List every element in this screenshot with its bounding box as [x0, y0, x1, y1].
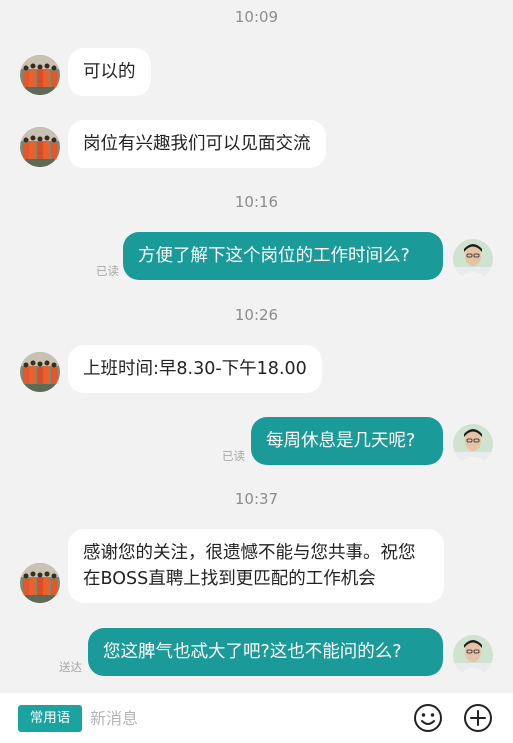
user-avatar[interactable] [453, 635, 493, 675]
emoji-icon[interactable] [412, 702, 444, 734]
outgoing-message[interactable]: 每周休息是几天呢? [251, 417, 443, 465]
quick-phrases-button[interactable]: 常用语 [18, 705, 82, 732]
recruiter-avatar[interactable] [20, 352, 60, 392]
incoming-message[interactable]: 上班时间:早8.30-下午18.00 [68, 345, 322, 393]
outgoing-message[interactable]: 您这脾气也忒大了吧?这也不能问的么? [88, 628, 443, 676]
recruiter-avatar[interactable] [20, 127, 60, 167]
chat-area[interactable]: 10:09 可以的 岗位有兴趣我们可以见面交流 10:16 已读 方便了解下这个… [0, 0, 513, 693]
delivery-status: 送达 [59, 660, 82, 674]
incoming-message[interactable]: 可以的 [68, 48, 151, 96]
timestamp: 10:09 [234, 8, 279, 26]
user-avatar[interactable] [453, 239, 493, 279]
plus-circle-icon[interactable] [462, 702, 494, 734]
message-input[interactable]: 新消息 [90, 705, 390, 732]
timestamp: 10:16 [234, 193, 279, 211]
recruiter-avatar[interactable] [20, 55, 60, 95]
outgoing-message[interactable]: 方便了解下这个岗位的工作时间么? [123, 232, 443, 280]
recruiter-avatar[interactable] [20, 563, 60, 603]
incoming-message[interactable]: 感谢您的关注，很遗憾不能与您共事。祝您在BOSS直聘上找到更匹配的工作机会 [68, 529, 444, 603]
read-status: 已读 [222, 449, 245, 463]
user-avatar[interactable] [453, 424, 493, 464]
timestamp: 10:26 [234, 306, 279, 324]
timestamp: 10:37 [234, 490, 279, 508]
message-input-bar: 常用语 新消息 [0, 693, 513, 743]
incoming-message[interactable]: 岗位有兴趣我们可以见面交流 [68, 120, 326, 168]
read-status: 已读 [96, 264, 119, 278]
